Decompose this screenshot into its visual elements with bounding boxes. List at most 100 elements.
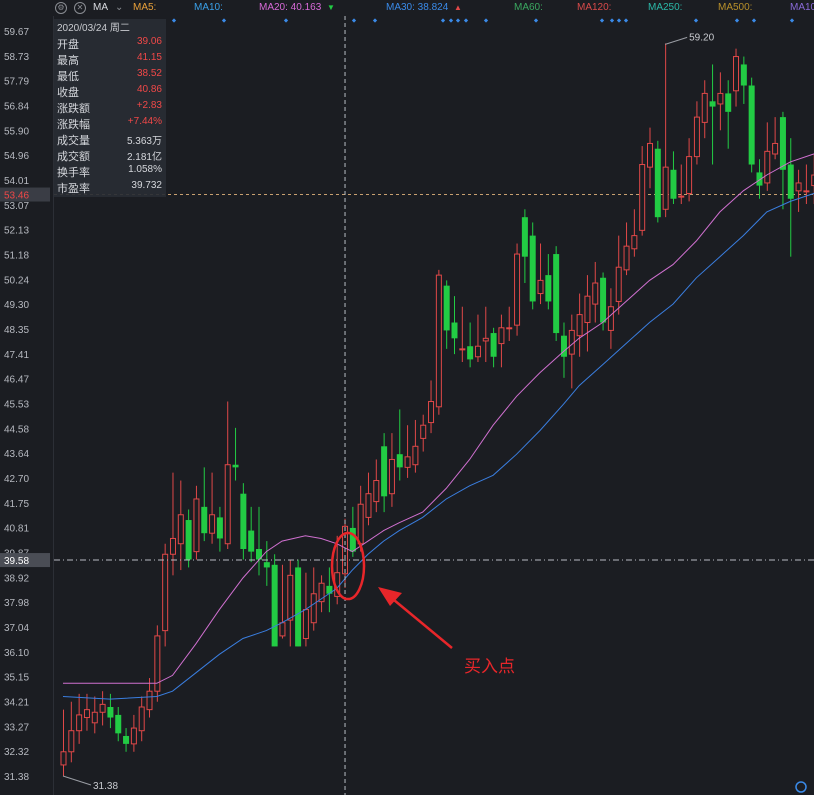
ma30-label[interactable]: MA30: 38.824 xyxy=(386,1,448,15)
ma-signal-marker xyxy=(734,18,740,23)
low-marker-line xyxy=(62,775,92,786)
candle-body-up xyxy=(365,493,372,518)
candle-body-up xyxy=(772,142,779,155)
info-row-pe: 市盈率 39.732 xyxy=(54,180,166,196)
ma-more-label[interactable]: MA10 xyxy=(790,1,814,15)
y-tick-label: 43.64 xyxy=(4,449,29,460)
y-tick-label: 40.81 xyxy=(4,524,29,535)
y-tick-label: 37.04 xyxy=(4,623,29,634)
candle-body-up xyxy=(623,245,630,271)
close-icon[interactable]: ✕ xyxy=(74,2,86,14)
candle-body-up xyxy=(506,327,513,330)
candle-body-up xyxy=(693,116,700,158)
info-row-turnover-amount: 成交额 2.181亿 xyxy=(54,148,166,164)
info-label: 开盘 xyxy=(57,39,79,51)
candle-body-up xyxy=(435,274,442,408)
info-row-change-pct: 涨跌幅 +7.44% xyxy=(54,116,166,132)
ma20-down-arrow-icon: ▼ xyxy=(327,3,335,12)
y-tick-label: 57.79 xyxy=(4,77,29,88)
y-tick-label: 51.18 xyxy=(4,251,29,262)
ma-signal-marker xyxy=(440,18,446,23)
ma-signal-marker xyxy=(171,18,177,23)
info-row-change: 涨跌额 +2.83 xyxy=(54,100,166,116)
candle-body-up xyxy=(412,445,419,466)
y-tick-label: 54.01 xyxy=(4,176,29,187)
ma-signal-marker xyxy=(483,18,489,23)
info-value: 41.15 xyxy=(136,52,162,63)
candle-body-up xyxy=(717,92,724,105)
y-tick-label: 44.58 xyxy=(4,424,29,435)
candle-body-up xyxy=(662,166,669,210)
settings-circle-icon xyxy=(795,781,807,793)
info-label: 涨跌幅 xyxy=(57,119,90,131)
candle-body-down xyxy=(295,567,302,647)
candle-body-up xyxy=(803,190,810,193)
candle-body-down xyxy=(670,169,677,199)
y-tick-label: 55.90 xyxy=(4,126,29,137)
candle-body-down xyxy=(201,506,208,534)
ma500-label[interactable]: MA500: xyxy=(718,1,752,15)
candle-body-up xyxy=(209,514,216,534)
candle-body-down xyxy=(263,562,270,568)
candle-body-down xyxy=(740,64,747,86)
candle-body-up xyxy=(404,456,411,468)
candle-body-up xyxy=(83,709,90,719)
candle-body-down xyxy=(709,101,716,107)
candle-body-down xyxy=(115,714,122,734)
candle-body-up xyxy=(388,458,395,495)
ma-signal-marker xyxy=(455,18,461,23)
candle-body-down xyxy=(248,530,255,552)
ma10-label[interactable]: MA10: xyxy=(194,1,223,15)
candle-body-up xyxy=(568,329,575,355)
y-tick-label: 34.21 xyxy=(4,698,29,709)
ma-signal-marker xyxy=(448,18,454,23)
info-value: 2.181亿 xyxy=(126,152,162,163)
ma-signal-marker xyxy=(351,18,357,23)
chart-stage: 59.67 58.73 57.79 56.84 55.90 54.96 54.01 53.07… xyxy=(0,0,814,795)
info-label: 成交量 xyxy=(57,135,90,147)
candle-body-down xyxy=(232,464,239,468)
y-tick-label: 58.73 xyxy=(4,52,29,63)
ma-signal-marker xyxy=(623,18,629,23)
candle-body-up xyxy=(302,609,309,640)
ma60-label[interactable]: MA60: xyxy=(514,1,543,15)
ma120-label[interactable]: MA120: xyxy=(577,1,611,15)
info-value: 38.52 xyxy=(136,68,162,79)
y-tick-label: 33.27 xyxy=(4,722,29,733)
candle-body-up xyxy=(678,195,685,198)
gear-icon[interactable]: ⚙ xyxy=(55,2,67,14)
candle-body-up xyxy=(631,235,638,250)
candle-body-up xyxy=(357,503,364,545)
ma-signal-marker xyxy=(283,18,289,23)
ma250-label[interactable]: MA250: xyxy=(648,1,682,15)
candle-body-up xyxy=(68,730,75,753)
info-row-turnover-rate: 换手率 1.058% xyxy=(54,164,166,180)
candle-body-up xyxy=(130,727,137,745)
ma5-label[interactable]: MA5: xyxy=(133,1,156,15)
candle-body-up xyxy=(91,711,98,724)
candle-body-down xyxy=(107,707,114,718)
candle-body-up xyxy=(459,348,466,351)
candle-body-down xyxy=(490,333,497,357)
y-tick-label: 52.13 xyxy=(4,226,29,237)
ma-signal-marker xyxy=(533,18,539,23)
y-tick-label: 59.67 xyxy=(4,27,29,38)
candle-body-up xyxy=(537,279,544,295)
chevron-down-icon[interactable]: ⌄ xyxy=(115,1,123,15)
ma20-label[interactable]: MA20: 40.163 xyxy=(259,1,321,15)
price-tag-label: 53.46 xyxy=(4,191,29,202)
candle-body-up xyxy=(498,327,505,345)
info-value: 1.058% xyxy=(128,164,162,175)
candle-body-up xyxy=(193,498,200,553)
ma30-line xyxy=(62,192,814,700)
info-label: 最低 xyxy=(57,71,79,83)
y-tick-label: 36.10 xyxy=(4,648,29,659)
high-marker-line xyxy=(664,36,688,45)
ma-signal-marker xyxy=(463,18,469,23)
candle-body-up xyxy=(162,553,169,632)
indicator-name[interactable]: MA xyxy=(93,1,108,15)
candle-body-up xyxy=(224,464,231,545)
candle-body-up xyxy=(639,164,646,231)
ma-signal-marker xyxy=(616,18,622,23)
low-marker-label: 31.38 xyxy=(93,781,118,792)
